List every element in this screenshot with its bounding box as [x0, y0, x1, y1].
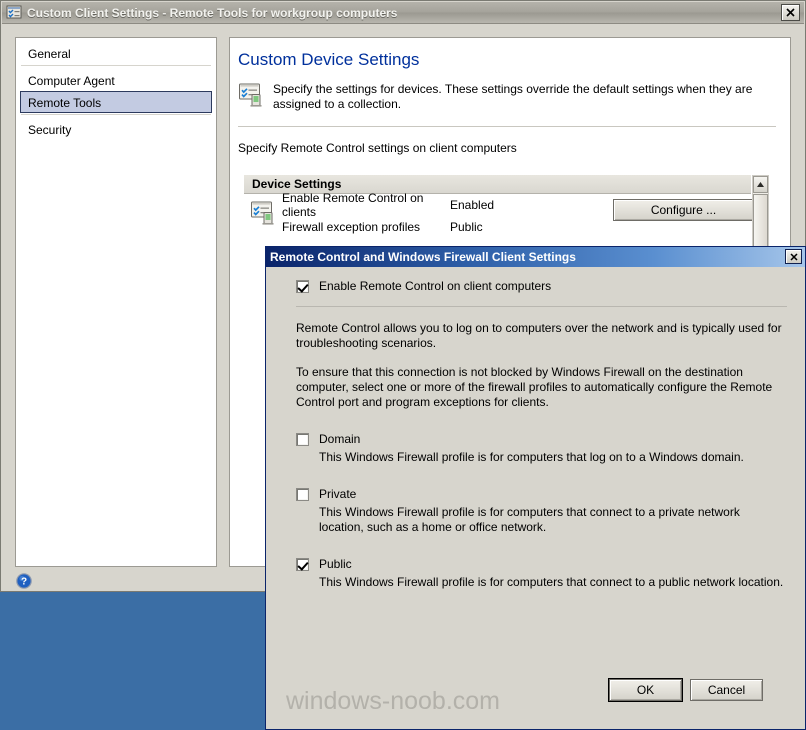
- enable-remote-control-checkbox-row[interactable]: Enable Remote Control on client computer…: [296, 279, 787, 293]
- svg-text:?: ?: [21, 577, 27, 588]
- public-checkbox-row[interactable]: Public: [296, 557, 787, 571]
- main-titlebar: Custom Client Settings - Remote Tools fo…: [2, 2, 804, 24]
- sidebar-item-label: General: [28, 47, 71, 61]
- description-paragraph-1: Remote Control allows you to log on to c…: [296, 321, 782, 350]
- scroll-up-icon[interactable]: [753, 176, 768, 193]
- setting-label: Enable Remote Control on clients: [282, 191, 424, 219]
- modal-title: Remote Control and Windows Firewall Clie…: [270, 250, 576, 264]
- close-glyph: [789, 252, 798, 261]
- help-icon[interactable]: ?: [16, 573, 32, 589]
- domain-checkbox[interactable]: [296, 433, 309, 446]
- private-checkbox-row[interactable]: Private: [296, 487, 787, 501]
- settings-window-icon: [6, 5, 22, 21]
- sidebar-item-security[interactable]: Security: [20, 118, 212, 140]
- cancel-button[interactable]: Cancel: [690, 679, 763, 701]
- public-checkbox[interactable]: [296, 558, 309, 571]
- setting-label: Firewall exception profiles: [282, 220, 421, 234]
- public-description: This Windows Firewall profile is for com…: [319, 575, 784, 589]
- device-settings-row-icon: [250, 200, 276, 229]
- watermark: windows-noob.com: [286, 687, 500, 715]
- description-text: Specify the settings for devices. These …: [273, 82, 753, 111]
- page-title: Custom Device Settings: [238, 50, 420, 69]
- modal-titlebar: Remote Control and Windows Firewall Clie…: [266, 247, 805, 267]
- device-settings-icon: [238, 82, 264, 111]
- device-settings-grid: Device Settings Enable Remote Control on…: [244, 175, 769, 253]
- configure-button[interactable]: Configure ...: [613, 199, 754, 221]
- divider: [296, 306, 787, 307]
- ok-button[interactable]: OK: [608, 678, 683, 702]
- domain-checkbox-row[interactable]: Domain: [296, 432, 787, 446]
- description-row: Specify the settings for devices. These …: [238, 82, 776, 112]
- firewall-profile-domain: Domain This Windows Firewall profile is …: [296, 432, 787, 465]
- sidebar-item-label: Remote Tools: [28, 96, 102, 110]
- divider: [238, 126, 776, 127]
- sub-instruction: Specify Remote Control settings on clien…: [238, 141, 517, 155]
- setting-value: Public: [450, 220, 483, 234]
- public-label: Public: [319, 557, 352, 571]
- private-description: This Windows Firewall profile is for com…: [319, 505, 740, 534]
- close-icon[interactable]: [785, 249, 802, 264]
- enable-remote-control-label: Enable Remote Control on client computer…: [319, 279, 552, 293]
- remote-control-firewall-dialog: Remote Control and Windows Firewall Clie…: [265, 246, 806, 730]
- sidebar-item-general[interactable]: General: [20, 42, 212, 66]
- vertical-scrollbar[interactable]: [752, 175, 769, 253]
- private-checkbox[interactable]: [296, 488, 309, 501]
- close-icon[interactable]: [781, 4, 800, 21]
- description-paragraph-2: To ensure that this connection is not bl…: [296, 365, 773, 409]
- main-window-title: Custom Client Settings - Remote Tools fo…: [27, 5, 398, 20]
- sidebar-nav: General Computer Agent Remote Tools Secu…: [15, 37, 217, 567]
- grid-body: Enable Remote Control on clients Enabled…: [244, 191, 754, 238]
- screen: Custom Client Settings - Remote Tools fo…: [0, 0, 806, 730]
- close-glyph: [786, 8, 795, 17]
- firewall-profile-public: Public This Windows Firewall profile is …: [296, 557, 787, 590]
- setting-value: Enabled: [450, 198, 495, 212]
- domain-description: This Windows Firewall profile is for com…: [319, 450, 744, 464]
- sidebar-item-label: Security: [28, 123, 72, 137]
- firewall-profile-private: Private This Windows Firewall profile is…: [296, 487, 787, 535]
- domain-label: Domain: [319, 432, 361, 446]
- enable-remote-control-checkbox[interactable]: [296, 280, 309, 293]
- scrollbar-thumb[interactable]: [753, 194, 768, 250]
- private-label: Private: [319, 487, 357, 501]
- modal-body: Enable Remote Control on client computer…: [266, 267, 805, 590]
- sidebar-item-computer-agent[interactable]: Computer Agent: [20, 69, 212, 91]
- sidebar-item-label: Computer Agent: [28, 74, 115, 88]
- sidebar-item-remote-tools[interactable]: Remote Tools: [20, 91, 212, 115]
